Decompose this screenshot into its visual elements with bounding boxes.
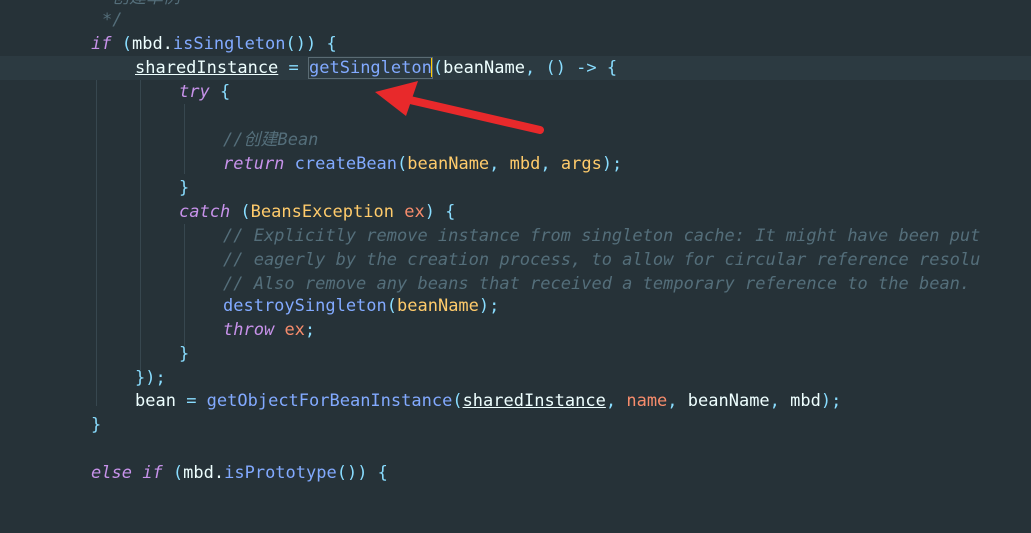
punctuation: , <box>489 154 510 174</box>
variable: ex <box>284 320 305 340</box>
code-tokens: else if (mbd.isPrototype()) { <box>91 461 388 485</box>
punctuation: ( <box>230 202 251 222</box>
field-sharedInstance: sharedInstance <box>462 391 606 411</box>
method-call: createBean <box>294 154 398 174</box>
method-call: isSingleton <box>172 34 286 54</box>
code-line[interactable]: else if (mbd.isPrototype()) { <box>0 461 1031 485</box>
type-name: BeansException <box>250 202 394 222</box>
variable: ex <box>404 202 425 222</box>
punctuation: ) { <box>424 202 456 222</box>
code-line[interactable]: } <box>0 342 1031 366</box>
keyword-if: if <box>91 34 112 54</box>
code-editor[interactable]: 创建单例 */ if (mbd.isSingleton()) { sharedI… <box>0 0 1031 486</box>
code-tokens: destroySingleton(beanName); <box>223 294 499 318</box>
comment-end: */ <box>102 10 123 30</box>
code-tokens: throw ex; <box>223 318 315 342</box>
punctuation: ); <box>601 154 623 174</box>
code-line[interactable] <box>0 437 1031 461</box>
keyword-catch: catch <box>179 202 231 222</box>
code-line[interactable]: catch (BeansException ex) { <box>0 200 1031 224</box>
punctuation: ( <box>397 154 408 174</box>
punctuation: }); <box>135 368 166 388</box>
code-line[interactable]: if (mbd.isSingleton()) { <box>0 32 1031 56</box>
code-line[interactable]: // Also remove any beans that received a… <box>0 272 1031 296</box>
method-call-getSingleton: getSingleton <box>308 57 433 79</box>
code-tokens: catch (BeansException ex) { <box>179 200 455 224</box>
keyword-throw: throw <box>223 320 275 340</box>
punctuation: ( <box>452 391 463 411</box>
code-line[interactable]: */ <box>0 8 1031 32</box>
code-line[interactable]: // eagerly by the creation process, to a… <box>0 248 1031 272</box>
punctuation: { <box>209 82 231 102</box>
punctuation: } <box>91 415 102 435</box>
code-tokens: sharedInstance = getSingleton(beanName, … <box>135 56 617 80</box>
argument: beanName <box>407 154 490 174</box>
argument: mbd <box>790 391 821 411</box>
method-call: getObjectForBeanInstance <box>206 391 453 411</box>
comment-text: // eagerly by the creation process, to a… <box>223 250 981 270</box>
code-tokens: try { <box>179 80 230 104</box>
argument: args <box>560 154 602 174</box>
identifier: mbd. <box>131 34 173 54</box>
comment-text: // Explicitly remove instance from singl… <box>223 226 981 246</box>
identifier: mbd. <box>183 463 225 483</box>
punctuation: } <box>179 178 190 198</box>
argument: name <box>626 391 668 411</box>
punctuation: ( <box>111 34 132 54</box>
code-tokens: if (mbd.isSingleton()) { <box>91 32 337 56</box>
keyword-else: else <box>91 463 132 483</box>
punctuation: , <box>605 391 627 411</box>
code-tokens: bean = getObjectForBeanInstance(sharedIn… <box>135 389 841 413</box>
code-line[interactable]: }); <box>0 366 1031 390</box>
method-call: destroySingleton <box>223 296 387 316</box>
punctuation: ()) { <box>336 463 388 483</box>
punctuation: } <box>179 344 190 364</box>
keyword-if: if <box>142 463 163 483</box>
comment-text: // Also remove any beans that received a… <box>223 274 971 294</box>
argument: beanName <box>397 296 479 316</box>
code-line[interactable]: return createBean(beanName, mbd, args); <box>0 152 1031 176</box>
punctuation: ()) { <box>285 34 337 54</box>
code-line-current[interactable]: sharedInstance = getSingleton(beanName, … <box>0 56 1031 80</box>
punctuation: ); <box>478 296 500 316</box>
identifier: bean <box>135 391 176 411</box>
keyword-return: return <box>223 154 285 174</box>
code-line[interactable]: destroySingleton(beanName); <box>0 294 1031 318</box>
punctuation: ( <box>162 463 184 483</box>
code-line[interactable]: try { <box>0 80 1031 104</box>
punctuation: ; <box>304 320 316 340</box>
punctuation: , <box>667 391 688 411</box>
punctuation: , <box>540 154 561 174</box>
code-line[interactable]: bean = getObjectForBeanInstance(sharedIn… <box>0 389 1031 413</box>
punctuation: ( <box>432 58 444 78</box>
argument: beanName <box>687 391 770 411</box>
code-line[interactable]: //创建Bean <box>0 128 1031 152</box>
punctuation: = <box>175 391 207 411</box>
identifier: beanName <box>443 58 525 78</box>
punctuation: ( <box>386 296 398 316</box>
punctuation: , () -> { <box>524 58 618 78</box>
field-sharedInstance: sharedInstance <box>135 58 279 78</box>
punctuation: = <box>278 58 310 78</box>
code-line[interactable]: // Explicitly remove instance from singl… <box>0 224 1031 248</box>
keyword-try: try <box>179 82 210 102</box>
punctuation: ); <box>820 391 842 411</box>
code-line[interactable] <box>0 104 1031 128</box>
code-line[interactable]: } <box>0 176 1031 200</box>
code-line[interactable]: throw ex; <box>0 318 1031 342</box>
code-line[interactable]: } <box>0 413 1031 437</box>
code-tokens: return createBean(beanName, mbd, args); <box>223 152 622 176</box>
method-call: isPrototype <box>224 463 337 483</box>
argument: mbd <box>509 154 541 174</box>
punctuation: , <box>769 391 791 411</box>
comment-text: //创建Bean <box>223 130 319 150</box>
